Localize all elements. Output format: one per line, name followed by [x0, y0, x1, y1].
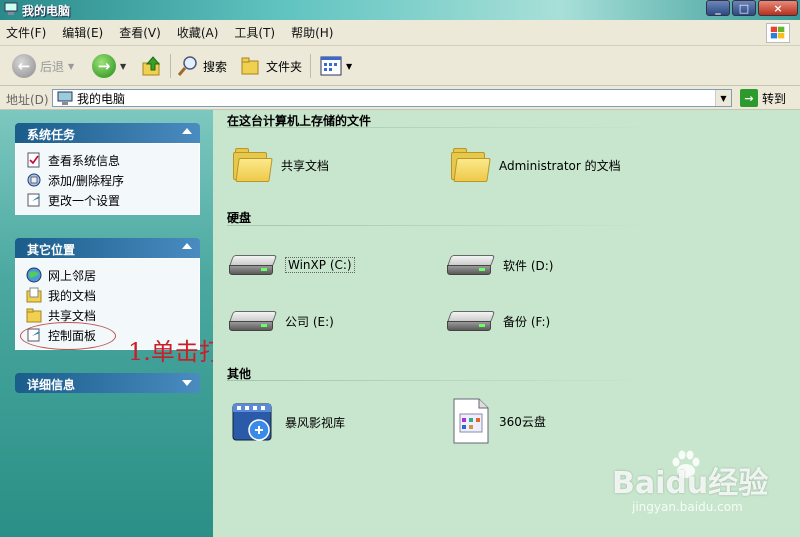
- back-label: 后退: [40, 59, 65, 74]
- menu-bar: 文件(F) 编辑(E) 查看(V) 收藏(A) 工具(T) 帮助(H): [0, 20, 800, 46]
- settings-icon: [27, 193, 40, 207]
- computer-icon: [57, 91, 73, 105]
- views-button[interactable]: ▼: [320, 53, 352, 79]
- toolbar: ← 后退 ▼ → ▼ 搜索 文件夹 ▼: [0, 46, 800, 86]
- folder-icon: [451, 148, 491, 182]
- system-tasks-panel: 系统任务 查看系统信息 添加/删除程序 更改一个设置: [15, 123, 200, 215]
- task-view-system-info[interactable]: 查看系统信息: [26, 150, 199, 170]
- go-button[interactable]: → 转到: [740, 89, 786, 107]
- forward-arrow-icon: →: [92, 54, 116, 78]
- computer-icon: [4, 2, 18, 15]
- address-label: 地址(D): [6, 93, 49, 107]
- views-icon: [320, 56, 342, 76]
- up-folder-button[interactable]: [141, 53, 163, 79]
- search-label: 搜索: [203, 59, 228, 74]
- views-dropdown-icon: ▼: [346, 61, 353, 71]
- menu-tools[interactable]: 工具(T): [234, 24, 275, 41]
- folders-icon: [241, 57, 259, 75]
- drive-d[interactable]: 软件 (D:): [446, 251, 553, 279]
- menu-file[interactable]: 文件(F): [6, 24, 46, 41]
- task-add-remove-programs[interactable]: 添加/删除程序: [26, 170, 199, 190]
- address-value: 我的电脑: [77, 91, 126, 106]
- hard-drive-icon: [446, 251, 496, 279]
- drive-e[interactable]: 公司 (E:): [228, 307, 334, 335]
- watermark-url: jingyan.baidu.com: [632, 500, 743, 514]
- document-icon: [453, 398, 489, 444]
- hard-drive-icon: [446, 307, 496, 335]
- title-bar: 我的电脑 _ □ ×: [0, 0, 800, 20]
- address-bar: 地址(D) 我的电脑 ▼ → 转到: [0, 86, 800, 110]
- programs-icon: [27, 173, 41, 187]
- section-hard-disks: 硬盘: [227, 211, 252, 225]
- folder-admin-documents[interactable]: Administrator 的文档: [451, 148, 621, 182]
- close-button[interactable]: ×: [758, 0, 798, 16]
- place-network[interactable]: 网上邻居: [26, 265, 199, 285]
- maximize-button[interactable]: □: [732, 0, 756, 16]
- menu-view[interactable]: 查看(V): [119, 24, 161, 41]
- window-title: 我的电脑: [22, 4, 71, 18]
- item-baofeng-library[interactable]: 暴风影视库: [229, 400, 345, 444]
- window-controls: _ □ ×: [706, 0, 798, 16]
- minimize-button[interactable]: _: [706, 0, 730, 16]
- address-dropdown-icon[interactable]: ▼: [715, 90, 731, 106]
- forward-button[interactable]: → ▼: [92, 53, 126, 79]
- hard-drive-icon: [228, 307, 278, 335]
- go-arrow-icon: →: [740, 89, 758, 107]
- up-folder-icon: [142, 56, 161, 76]
- back-button[interactable]: ← 后退 ▼: [12, 53, 74, 79]
- item-360-cloud[interactable]: 360云盘: [451, 398, 546, 444]
- drive-f[interactable]: 备份 (F:): [446, 307, 550, 335]
- task-change-setting[interactable]: 更改一个设置: [26, 190, 199, 210]
- place-my-documents[interactable]: 我的文档: [26, 285, 199, 305]
- task-pane: 系统任务 查看系统信息 添加/删除程序 更改一个设置 其它位置 网上邻居 我的文…: [0, 110, 213, 537]
- watermark: Baidu经验: [612, 466, 769, 501]
- folders-label: 文件夹: [266, 59, 303, 74]
- address-input[interactable]: 我的电脑 ▼: [52, 89, 732, 107]
- go-label: 转到: [762, 91, 787, 106]
- folders-button[interactable]: 文件夹: [240, 53, 302, 79]
- details-header[interactable]: 详细信息: [15, 373, 200, 393]
- collapse-icon[interactable]: [182, 243, 192, 249]
- system-tasks-header[interactable]: 系统任务: [15, 123, 200, 143]
- documents-icon: [26, 287, 42, 303]
- forward-dropdown-icon: ▼: [120, 61, 127, 71]
- expand-icon[interactable]: [182, 380, 192, 386]
- search-icon: [177, 56, 197, 76]
- media-library-icon: [232, 403, 272, 441]
- menu-help[interactable]: 帮助(H): [291, 24, 333, 41]
- folder-shared-documents[interactable]: 共享文档: [233, 148, 329, 182]
- system-info-icon: [27, 152, 40, 168]
- annotation-highlight: [20, 322, 116, 350]
- drive-c[interactable]: WinXP (C:): [228, 251, 355, 279]
- details-panel: 详细信息: [15, 373, 200, 393]
- back-dropdown-icon: ▼: [68, 61, 75, 71]
- hard-drive-icon: [228, 251, 278, 279]
- collapse-icon[interactable]: [182, 128, 192, 134]
- folder-icon: [26, 308, 42, 323]
- menu-favorites[interactable]: 收藏(A): [177, 24, 219, 41]
- back-arrow-icon: ←: [12, 54, 36, 78]
- search-button[interactable]: 搜索: [177, 53, 227, 79]
- menu-edit[interactable]: 编辑(E): [62, 24, 103, 41]
- folder-icon: [233, 148, 273, 182]
- network-icon: [26, 267, 42, 283]
- other-places-header[interactable]: 其它位置: [15, 238, 200, 258]
- windows-logo-icon: [766, 23, 790, 43]
